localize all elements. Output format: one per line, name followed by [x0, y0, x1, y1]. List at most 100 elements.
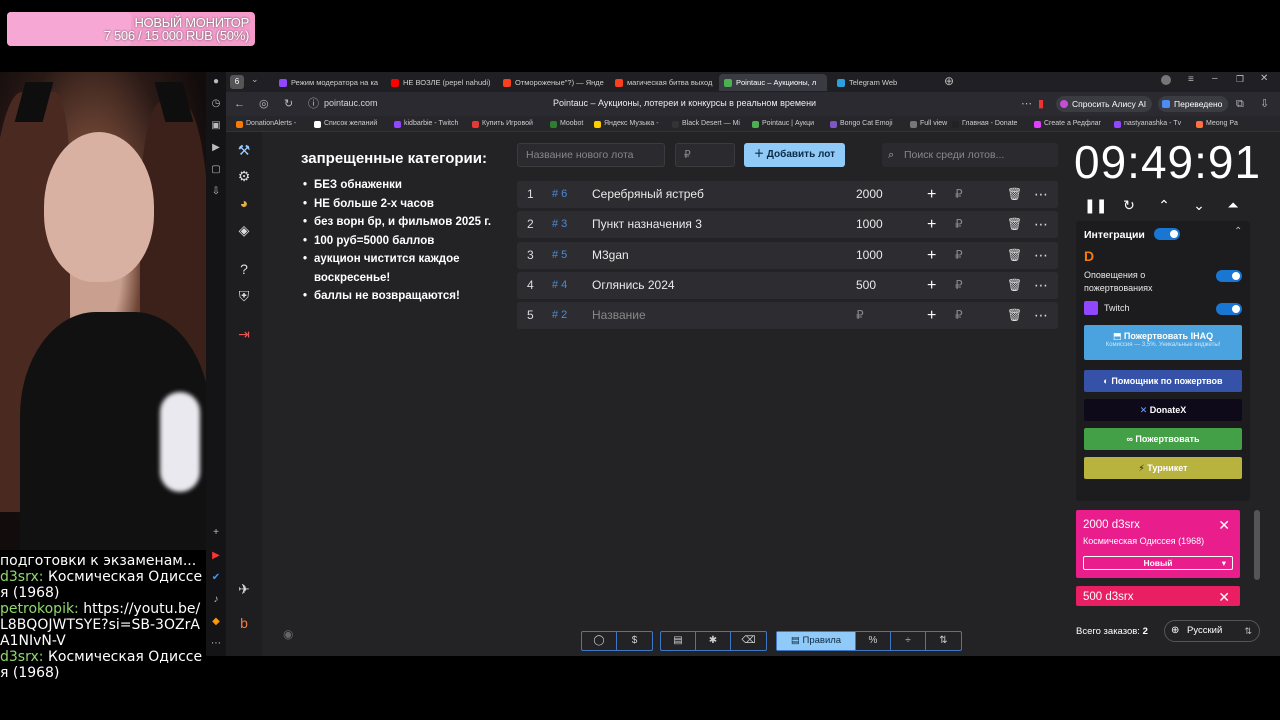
- tab-count-icon[interactable]: ▢: [210, 164, 222, 176]
- alert-status-select[interactable]: Новый ▾: [1083, 556, 1233, 570]
- logout-icon[interactable]: ⇥: [235, 325, 253, 343]
- back-icon[interactable]: ←: [234, 97, 245, 111]
- chevron-up-icon[interactable]: ⌃: [1154, 195, 1174, 215]
- account-icon[interactable]: [1161, 75, 1171, 85]
- chevron-down-icon[interactable]: ⌄: [1189, 195, 1209, 215]
- telegram-icon[interactable]: ✈: [235, 580, 253, 598]
- wheel-icon[interactable]: ◕: [235, 194, 253, 212]
- media-icon[interactable]: ▶: [210, 142, 222, 154]
- close-icon[interactable]: ✕: [1218, 589, 1230, 606]
- bookmark-item[interactable]: Список желаний: [314, 118, 377, 130]
- bookmark-item[interactable]: Meong Pa: [1196, 118, 1238, 130]
- tiktok-icon[interactable]: ♪: [210, 594, 222, 606]
- clear-button[interactable]: ⌫: [731, 632, 766, 650]
- bookmark-item[interactable]: Главная - Donate: [952, 118, 1017, 130]
- split-button[interactable]: ÷: [891, 632, 926, 650]
- delete-icon[interactable]: 🗑: [1007, 302, 1022, 329]
- extensions-icon[interactable]: ⧉: [1236, 97, 1244, 111]
- lot-row[interactable]: 3 # 5 M3gan 1000 + ₽ 🗑 ⋯: [517, 241, 1058, 269]
- bookmark-item[interactable]: Яндекс Музыка -: [594, 118, 659, 130]
- shield-icon[interactable]: ⛨: [235, 287, 253, 305]
- add-amount-icon[interactable]: +: [927, 242, 936, 269]
- save-button[interactable]: ▤: [661, 632, 696, 650]
- yandex-icon[interactable]: ◎: [259, 97, 269, 111]
- lot-row[interactable]: 5 # 2 Название ₽ + ₽ 🗑 ⋯: [517, 302, 1058, 330]
- language-select[interactable]: ⊕ Русский ⇅: [1164, 620, 1260, 642]
- new-lot-amount-input[interactable]: ₽: [675, 143, 735, 167]
- donation-assistant-button[interactable]: ◐ Помощник по пожертвов: [1084, 370, 1242, 392]
- more-icon[interactable]: ⋯: [1034, 181, 1048, 208]
- translated-button[interactable]: Переведено: [1158, 96, 1229, 112]
- tab[interactable]: НЕ ВОЗЛЕ (pepel nahudi): [386, 74, 492, 91]
- new-tab-button[interactable]: ⊕: [944, 74, 954, 88]
- github-button[interactable]: ◯: [582, 632, 617, 650]
- bookmark-item[interactable]: nastyanashka - Tv: [1114, 118, 1181, 130]
- close-window-icon[interactable]: ✕: [1260, 73, 1268, 84]
- twitch-toggle[interactable]: [1216, 303, 1242, 315]
- integrations-toggle[interactable]: [1154, 228, 1180, 240]
- more-icon[interactable]: ⋯: [1034, 272, 1048, 299]
- bookmark-item[interactable]: Купить Игровой: [472, 118, 533, 130]
- lot-row[interactable]: 2 # 3 Пункт назначения 3 1000 + ₽ 🗑 ⋯: [517, 211, 1058, 239]
- add-amount-icon[interactable]: +: [927, 181, 936, 208]
- new-lot-name-input[interactable]: Название нового лота: [517, 143, 665, 167]
- bug-button[interactable]: ✱: [696, 632, 731, 650]
- pause-icon[interactable]: ❚❚: [1084, 195, 1107, 215]
- percent-button[interactable]: %: [856, 632, 891, 650]
- add-panel-icon[interactable]: +: [210, 527, 222, 539]
- url-field[interactable]: pointauc.com: [324, 98, 378, 108]
- alerts-scrollbar[interactable]: [1254, 510, 1260, 580]
- close-icon[interactable]: ✕: [1218, 517, 1230, 534]
- menu-icon[interactable]: ≡: [1188, 74, 1194, 85]
- bookmark-item[interactable]: Moobot: [550, 118, 583, 130]
- lot-search-input[interactable]: ⌕ Поиск среди лотов...: [882, 143, 1058, 167]
- lot-row[interactable]: 4 # 4 Оглянись 2024 500 + ₽ 🗑 ⋯: [517, 271, 1058, 299]
- bookmark-item[interactable]: Create a Редфлаг: [1034, 118, 1101, 130]
- bookmark-icon[interactable]: ▮: [1038, 97, 1044, 111]
- sort-button[interactable]: ⇅: [926, 632, 961, 650]
- more-icon[interactable]: ⋯: [1034, 302, 1048, 329]
- collections-icon[interactable]: ▣: [210, 120, 222, 132]
- layers-icon[interactable]: ◈: [235, 221, 253, 239]
- auction-hammer-icon[interactable]: ⚒: [235, 141, 253, 159]
- donate-button[interactable]: ∞ Пожертвовать: [1084, 428, 1242, 450]
- restore-icon[interactable]: ❐: [1236, 74, 1244, 85]
- add-amount-icon[interactable]: +: [927, 211, 936, 238]
- bookmark-item[interactable]: Black Desert — Mi: [672, 118, 740, 130]
- more-options-icon[interactable]: ⋯: [1021, 97, 1032, 111]
- profile-icon[interactable]: ●: [210, 76, 222, 88]
- double-chevron-up-icon[interactable]: ⏶: [1223, 195, 1243, 215]
- delete-icon[interactable]: 🗑: [1007, 181, 1022, 208]
- vk-icon[interactable]: ✔: [210, 572, 222, 584]
- donate-ihaq-button[interactable]: ⬒ Пожертвовать IHAQ Комиссия — 3,5%. Уни…: [1084, 325, 1242, 360]
- tab[interactable]: Отмороженые"?) — Янде: [498, 74, 604, 91]
- donation-alerts-toggle[interactable]: [1216, 270, 1242, 282]
- tabs-dropdown-icon[interactable]: ⌄: [251, 74, 259, 85]
- downloads-icon[interactable]: ⇩: [1260, 97, 1269, 111]
- turnstile-button[interactable]: ⚡ Турникет: [1084, 457, 1242, 479]
- bookmark-item[interactable]: Full view: [910, 118, 947, 130]
- lot-row[interactable]: 1 # 6 Серебряный ястреб 2000 + ₽ 🗑 ⋯: [517, 181, 1058, 208]
- settings-icon[interactable]: ⚙: [235, 167, 253, 185]
- rules-button[interactable]: ▤ Правила: [777, 632, 856, 650]
- tab[interactable]: Режим модератора на ка: [274, 74, 380, 91]
- add-amount-icon[interactable]: +: [927, 272, 936, 299]
- add-lot-button[interactable]: ＋ Добавить лот: [744, 143, 845, 167]
- history-icon[interactable]: ◷: [210, 98, 222, 110]
- delete-icon[interactable]: 🗑: [1007, 272, 1022, 299]
- visibility-icon[interactable]: ◉: [283, 627, 293, 641]
- reload-icon[interactable]: ↻: [284, 97, 293, 111]
- youtube-icon[interactable]: ▶: [210, 550, 222, 562]
- bookmark-item[interactable]: Bongo Cat Emoji: [830, 118, 893, 130]
- more-icon[interactable]: ⋯: [1034, 211, 1048, 238]
- reset-icon[interactable]: ↻: [1119, 195, 1139, 215]
- ask-alisa-button[interactable]: Спросить Алису AI: [1056, 96, 1153, 112]
- bookmark-item[interactable]: DonationAlerts -: [236, 118, 296, 130]
- more-icon[interactable]: ⋯: [210, 638, 222, 650]
- app-icon[interactable]: ◆: [210, 616, 222, 628]
- site-info-icon[interactable]: ⓘ: [308, 97, 319, 111]
- tab-count-badge[interactable]: 6: [230, 75, 244, 89]
- delete-icon[interactable]: 🗑: [1007, 242, 1022, 269]
- minimize-icon[interactable]: –: [1212, 73, 1218, 84]
- more-icon[interactable]: ⋯: [1034, 242, 1048, 269]
